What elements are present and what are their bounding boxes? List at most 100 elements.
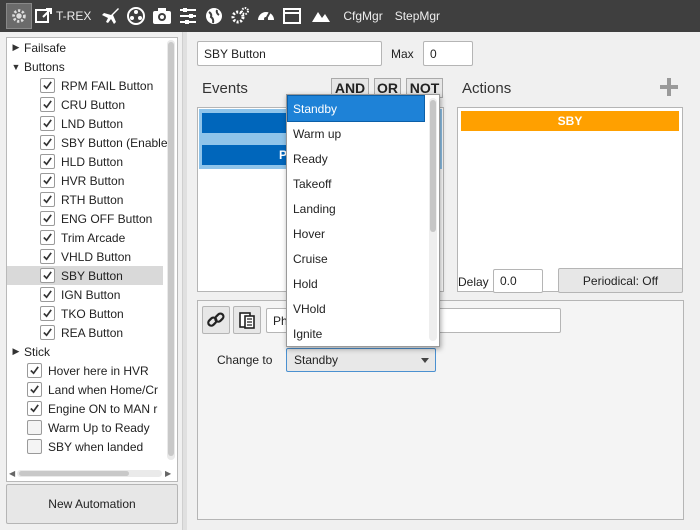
dropdown-option[interactable]: Takeoff <box>288 171 424 196</box>
tree-item-selected[interactable]: SBY Button <box>7 266 163 285</box>
dropdown-option[interactable]: Ignite <box>288 321 424 346</box>
checkbox[interactable] <box>40 268 55 283</box>
tree-item[interactable]: RTH Button <box>40 190 177 209</box>
dropdown-option[interactable]: Landing <box>288 196 424 221</box>
gears-icon[interactable] <box>227 0 253 32</box>
tree-item[interactable]: Hover here in HVR <box>27 361 177 380</box>
change-to-dropdown[interactable]: Standby Warm up Ready Takeoff Landing Ho… <box>286 94 440 347</box>
stepmgr-tab[interactable]: StepMgr <box>389 0 446 32</box>
link-icon[interactable] <box>202 306 230 334</box>
automation-name-input[interactable]: SBY Button <box>197 41 382 66</box>
checkbox[interactable] <box>40 325 55 340</box>
checkbox[interactable] <box>40 78 55 93</box>
tree-item[interactable]: Engine ON to MAN r <box>27 399 177 418</box>
gear-icon[interactable] <box>6 3 32 29</box>
add-action-icon[interactable] <box>658 76 680 98</box>
checkbox[interactable] <box>40 116 55 131</box>
checkbox[interactable] <box>40 154 55 169</box>
scrollbar-thumb[interactable] <box>168 42 174 456</box>
tree-label: IGN Button <box>61 287 121 302</box>
tree-item[interactable]: Warm Up to Ready <box>27 418 177 437</box>
tree-label: Land when Home/Cr <box>48 382 159 397</box>
panel-divider[interactable] <box>182 32 187 530</box>
checkbox[interactable] <box>40 135 55 150</box>
checkbox[interactable] <box>40 249 55 264</box>
tree-label: Trim Arcade <box>61 230 126 245</box>
chevron-down-icon[interactable] <box>421 358 429 363</box>
dropdown-option[interactable]: Ready <box>288 146 424 171</box>
checkbox[interactable] <box>40 173 55 188</box>
periodical-button[interactable]: Periodical: Off <box>558 268 683 293</box>
scroll-right-icon[interactable]: ▶ <box>165 469 171 478</box>
tree-item[interactable]: CRU Button <box>40 95 177 114</box>
tree-group-failsafe[interactable]: ▶ Failsafe <box>11 38 167 57</box>
tree-item[interactable]: Trim Arcade <box>40 228 177 247</box>
expand-arrow-icon[interactable]: ▶ <box>11 346 21 357</box>
tree-item[interactable]: RPM FAIL Button <box>40 76 177 95</box>
globe-icon[interactable] <box>201 0 227 32</box>
tree-vertical-scrollbar[interactable] <box>167 40 175 460</box>
tree-label: Hover here in HVR <box>48 363 149 378</box>
sliders-icon[interactable] <box>175 0 201 32</box>
actions-list[interactable]: SBY <box>457 107 683 292</box>
mountain-icon[interactable] <box>305 0 337 32</box>
events-title: Events <box>202 80 248 97</box>
checkbox[interactable] <box>40 287 55 302</box>
airplane-icon[interactable] <box>97 0 123 32</box>
tree-item[interactable]: SBY when landed <box>27 437 177 456</box>
dropdown-option[interactable]: Warm up <box>288 121 424 146</box>
tree-label: HVR Button <box>61 173 125 188</box>
new-automation-button[interactable]: New Automation <box>6 484 178 524</box>
checkbox[interactable] <box>27 382 42 397</box>
tree-item[interactable]: SBY Button (Enable <box>40 133 177 152</box>
checkbox[interactable] <box>27 439 42 454</box>
camera-icon[interactable] <box>149 0 175 32</box>
dropdown-option[interactable]: Cruise <box>288 246 424 271</box>
control-icon[interactable] <box>123 0 149 32</box>
window-icon[interactable] <box>279 0 305 32</box>
action-item[interactable]: SBY <box>461 111 679 131</box>
dropdown-option-standby[interactable]: Standby <box>287 95 425 122</box>
scroll-left-icon[interactable]: ◀ <box>9 469 15 478</box>
max-input[interactable]: 0 <box>423 41 473 66</box>
tree-label: CRU Button <box>61 97 126 112</box>
dropdown-option[interactable]: VHold <box>288 296 424 321</box>
tree-label: RPM FAIL Button <box>61 78 154 93</box>
checkbox[interactable] <box>40 97 55 112</box>
tree-item[interactable]: Land when Home/Cr <box>27 380 177 399</box>
checkbox[interactable] <box>40 192 55 207</box>
checkbox[interactable] <box>27 420 42 435</box>
tree-item[interactable]: HVR Button <box>40 171 177 190</box>
dropdown-option[interactable]: Hover <box>288 221 424 246</box>
paste-icon[interactable] <box>233 306 261 334</box>
tree-item[interactable]: TKO Button <box>40 304 177 323</box>
gauge-icon[interactable] <box>253 0 279 32</box>
scrollbar-thumb[interactable] <box>19 471 129 476</box>
tree-group-buttons[interactable]: ▼ Buttons <box>11 57 167 76</box>
tree-item[interactable]: HLD Button <box>40 152 177 171</box>
checkbox[interactable] <box>40 306 55 321</box>
tree-item[interactable]: LND Button <box>40 114 177 133</box>
tree-horizontal-scrollbar[interactable] <box>17 470 162 477</box>
tree-item[interactable]: IGN Button <box>40 285 177 304</box>
collapse-arrow-icon[interactable]: ▼ <box>11 62 21 72</box>
delay-input[interactable]: 0.0 <box>493 269 543 293</box>
checkbox[interactable] <box>27 401 42 416</box>
dropdown-option[interactable]: Hold <box>288 271 424 296</box>
checkbox[interactable] <box>27 363 42 378</box>
tree-item[interactable]: REA Button <box>40 323 177 342</box>
checkbox[interactable] <box>40 230 55 245</box>
tree-group-stick[interactable]: ▶ Stick <box>11 342 167 361</box>
tree-label: Engine ON to MAN r <box>48 401 158 416</box>
link-out-icon[interactable] <box>34 0 54 32</box>
cfgmgr-tab[interactable]: CfgMgr <box>337 0 388 32</box>
tree-item[interactable]: ENG OFF Button <box>40 209 177 228</box>
brand-label[interactable]: T-REX <box>54 0 97 32</box>
tree-item[interactable]: VHLD Button <box>40 247 177 266</box>
change-to-combobox[interactable]: Standby <box>286 348 436 372</box>
checkbox[interactable] <box>40 211 55 226</box>
dropdown-scrollbar[interactable] <box>429 98 437 341</box>
scrollbar-thumb[interactable] <box>430 100 436 232</box>
expand-arrow-icon[interactable]: ▶ <box>11 42 21 53</box>
phase-value-field[interactable]: Y <box>428 308 561 333</box>
